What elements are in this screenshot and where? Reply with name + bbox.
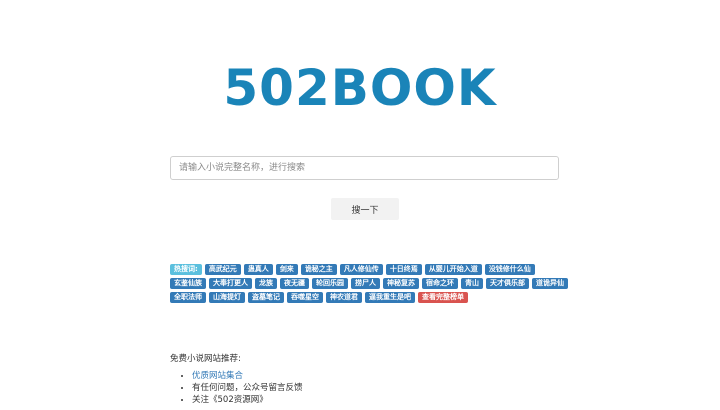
- hot-search-label: 热搜词:: [170, 264, 202, 275]
- hot-tag[interactable]: 大奉打更人: [209, 278, 252, 289]
- hot-tag[interactable]: 凡人修仙传: [339, 264, 383, 275]
- hot-tag[interactable]: 从婴儿开始入道: [424, 264, 482, 275]
- feedback-text: 有任何问题，公众号留言反馈: [192, 383, 303, 393]
- quality-sites-link[interactable]: 优质网站集合: [192, 371, 243, 381]
- hot-tag[interactable]: 捞尸人: [351, 278, 380, 289]
- hot-tag[interactable]: 神农道君: [326, 292, 362, 303]
- search-bar: [170, 155, 559, 180]
- recommend-list: 优质网站集合 有任何问题，公众号留言反馈 关注《502资源网》: [170, 370, 303, 406]
- list-item: 有任何问题，公众号留言反馈: [192, 382, 303, 394]
- hot-tag[interactable]: 天才俱乐部: [486, 278, 529, 289]
- hot-tag[interactable]: 诡秘之主: [300, 264, 337, 275]
- list-item: 关注《502资源网》: [192, 394, 303, 406]
- hot-tag[interactable]: 宿命之环: [422, 278, 458, 289]
- site-logo[interactable]: 502BOOK: [0, 56, 720, 120]
- recommend-section: 免费小说网站推荐: 优质网站集合 有任何问题，公众号留言反馈 关注《502资源网…: [170, 352, 303, 406]
- hot-tag[interactable]: 青山: [461, 278, 483, 289]
- hot-tag[interactable]: 玄鉴仙族: [170, 278, 206, 289]
- hot-tag[interactable]: 夜无疆: [280, 278, 309, 289]
- hot-tag[interactable]: 剑来: [275, 264, 298, 275]
- page: 502BOOK 搜一下 热搜词: 高武纪元 蛊真人 剑来 诡秘之主 凡人修仙传 …: [0, 0, 720, 410]
- hot-tag[interactable]: 道诡异仙: [532, 278, 568, 289]
- hot-search-section: 热搜词: 高武纪元 蛊真人 剑来 诡秘之主 凡人修仙传 十日终焉 从婴儿开始入道…: [170, 264, 570, 303]
- hot-tag[interactable]: 逼我重生是吧: [365, 292, 415, 303]
- hot-tag[interactable]: 龙族: [255, 278, 277, 289]
- search-input[interactable]: [170, 156, 559, 180]
- hot-tag[interactable]: 轮回乐园: [312, 278, 348, 289]
- view-full-ranking-button[interactable]: 查看完整榜单: [418, 292, 468, 303]
- list-item: 优质网站集合: [192, 370, 303, 382]
- hot-tag[interactable]: 盗墓笔记: [248, 292, 284, 303]
- recommend-title: 免费小说网站推荐:: [170, 354, 241, 364]
- follow-text: 关注《502资源网》: [192, 395, 268, 405]
- hot-tag[interactable]: 十日终焉: [385, 264, 422, 275]
- hot-tag[interactable]: 蛊真人: [243, 264, 273, 275]
- hot-tag[interactable]: 吞噬星空: [287, 292, 323, 303]
- hot-tag[interactable]: 高武纪元: [204, 264, 241, 275]
- hot-tag[interactable]: 山海提灯: [209, 292, 245, 303]
- hot-search-tags: 热搜词: 高武纪元 蛊真人 剑来 诡秘之主 凡人修仙传 十日终焉 从婴儿开始入道…: [170, 264, 570, 303]
- hot-tag[interactable]: 神秘复苏: [383, 278, 419, 289]
- hot-tag[interactable]: 没钱修什么仙: [484, 264, 535, 275]
- search-button[interactable]: 搜一下: [331, 198, 399, 220]
- hot-tag[interactable]: 全职法师: [170, 292, 206, 303]
